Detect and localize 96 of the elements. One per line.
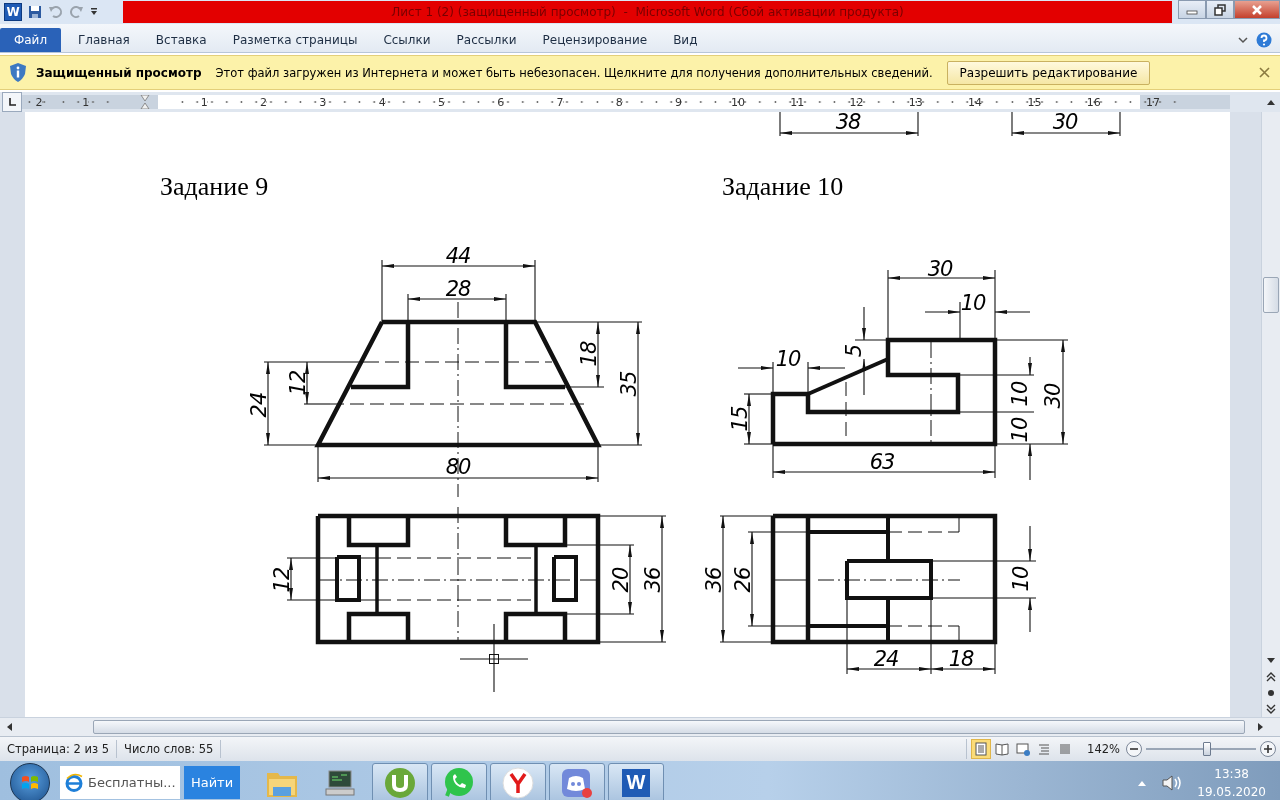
dimension-label: 10 — [775, 347, 801, 371]
dimension-label: 10 — [1008, 381, 1032, 407]
ruler-number: 4 — [378, 95, 386, 109]
dimension-label: 30 — [927, 257, 953, 281]
tab-stop-selector[interactable] — [2, 92, 22, 112]
ribbon-tab[interactable]: Главная — [65, 28, 143, 52]
ruler-number: 10 — [730, 95, 745, 109]
dimension-label: 30 — [1052, 112, 1078, 134]
ribbon-tab[interactable]: Рецензирование — [529, 28, 661, 52]
dimension-label: 28 — [445, 277, 471, 301]
ribbon-tab[interactable]: Рассылки — [443, 28, 530, 52]
message-title: Защищенный просмотр — [36, 65, 202, 80]
dimension-label: 38 — [835, 112, 861, 134]
restore-icon[interactable] — [1214, 3, 1226, 16]
scroll-up-icon[interactable] — [1266, 98, 1276, 106]
dimension-label: 24 — [873, 647, 899, 671]
word-taskbar-button[interactable]: W — [608, 762, 664, 800]
task-heading: Задание 10 — [722, 172, 844, 202]
start-button[interactable] — [10, 762, 50, 800]
taskbar-app-button[interactable] — [431, 762, 487, 800]
ruler-number: 2 — [260, 95, 268, 109]
ruler-number: 3 — [319, 95, 327, 109]
dimension-label: 63 — [869, 450, 895, 474]
next-page-icon[interactable] — [1266, 704, 1276, 714]
left-tab-stop-icon[interactable] — [7, 97, 17, 107]
info-shield-icon — [10, 63, 26, 82]
speaker-icon[interactable] — [1161, 773, 1184, 792]
ruler-number: 14 — [968, 95, 983, 109]
dimension-label: 18 — [577, 341, 601, 367]
indent-marker-icon[interactable] — [139, 95, 150, 109]
dimension-label: 10 — [1009, 566, 1033, 592]
word-logo-icon[interactable]: W — [4, 3, 22, 21]
dimension-label: 15 — [728, 406, 752, 432]
ribbon-tab[interactable]: Вид — [660, 28, 711, 52]
ruler-number: 1 — [200, 95, 208, 109]
ribbon-tab[interactable]: Файл — [0, 28, 61, 52]
ruler-number: 5 — [437, 95, 445, 109]
restore-button[interactable] — [1206, 0, 1234, 19]
ruler-number: 13 — [908, 95, 923, 109]
ruler-number: 7 — [556, 95, 564, 109]
zoom-level[interactable]: 142% — [1087, 742, 1120, 756]
dimension-label: 12 — [270, 567, 294, 593]
browser-e-icon — [60, 766, 84, 799]
ruler-number: 1 — [82, 95, 90, 109]
dimension-label: 36 — [702, 567, 726, 593]
search-button[interactable]: Найти — [184, 766, 240, 799]
ruler-number: 11 — [790, 95, 805, 109]
scroll-down-icon[interactable] — [1266, 657, 1276, 665]
dimension-label: 18 — [948, 647, 974, 671]
scroll-right-icon[interactable] — [1257, 722, 1265, 732]
close-button[interactable] — [1234, 0, 1280, 19]
message-text: Этот файл загружен из Интернета и может быть небезопасен. Щелкните для получения дополнительных сведений. — [215, 65, 933, 80]
dimension-label: 10 — [1008, 417, 1032, 443]
ruler-number: 6 — [497, 95, 505, 109]
dimension-label: 30 — [1041, 383, 1065, 409]
search-field[interactable]: Бесплатны... — [84, 766, 180, 799]
ribbon-tab[interactable]: Вставка — [142, 28, 220, 52]
dimension-label: 80 — [445, 455, 471, 479]
scroll-thumb[interactable] — [1263, 277, 1279, 313]
y-letter-circle-icon — [500, 764, 536, 800]
ribbon-tab[interactable]: Ссылки — [370, 28, 444, 52]
taskbar-app-button[interactable] — [549, 762, 605, 800]
word-count[interactable]: Число слов: 55 — [117, 740, 222, 758]
page-count[interactable]: Страница: 2 из 5 — [0, 740, 117, 758]
ruler-number: 16 — [1086, 95, 1101, 109]
cursor-crosshair-icon — [459, 623, 529, 693]
ruler-number: 2 — [35, 95, 43, 109]
taskbar-app-button[interactable] — [372, 762, 428, 800]
minimize-ribbon-icon[interactable] — [1238, 36, 1248, 44]
dimension-label: 44 — [445, 244, 471, 268]
window-title: Лист 1 (2) (защищенный просмотр) - Microsoft Word (Сбой активации продукта) — [123, 1, 1172, 23]
ruler-number: 17 — [1146, 95, 1160, 109]
ruler-number: 12 — [849, 95, 864, 109]
help-icon[interactable] — [1256, 32, 1272, 48]
dimension-label: 12 — [286, 370, 310, 396]
dimension-label: 35 — [617, 371, 641, 397]
task-heading: Задание 9 — [160, 172, 269, 202]
dimension-label: 26 — [731, 567, 755, 593]
ribbon-tab[interactable]: Разметка страницы — [219, 28, 371, 52]
dropdown-caret-icon[interactable] — [90, 7, 98, 17]
ruler-number: 8 — [615, 95, 623, 109]
dimension-label: 5 — [842, 344, 866, 358]
ruler-number: 9 — [675, 95, 683, 109]
previous-page-icon[interactable] — [1266, 672, 1276, 682]
dimension-label: 10 — [960, 291, 986, 315]
taskbar-app-button[interactable] — [490, 762, 546, 800]
zoom-slider-thumb[interactable] — [1202, 742, 1211, 756]
ruler-number: 15 — [1027, 95, 1042, 109]
horizontal-scroll-thumb[interactable] — [93, 720, 1245, 734]
close-icon[interactable] — [1259, 67, 1270, 78]
dimension-label: 36 — [641, 567, 665, 593]
scroll-left-icon[interactable] — [5, 722, 13, 732]
dimension-label: 20 — [609, 567, 633, 593]
dimension-label: 24 — [247, 392, 271, 418]
save-icon[interactable] — [28, 5, 42, 19]
enable-editing-button[interactable]: Разрешить редактирование — [946, 60, 1151, 85]
